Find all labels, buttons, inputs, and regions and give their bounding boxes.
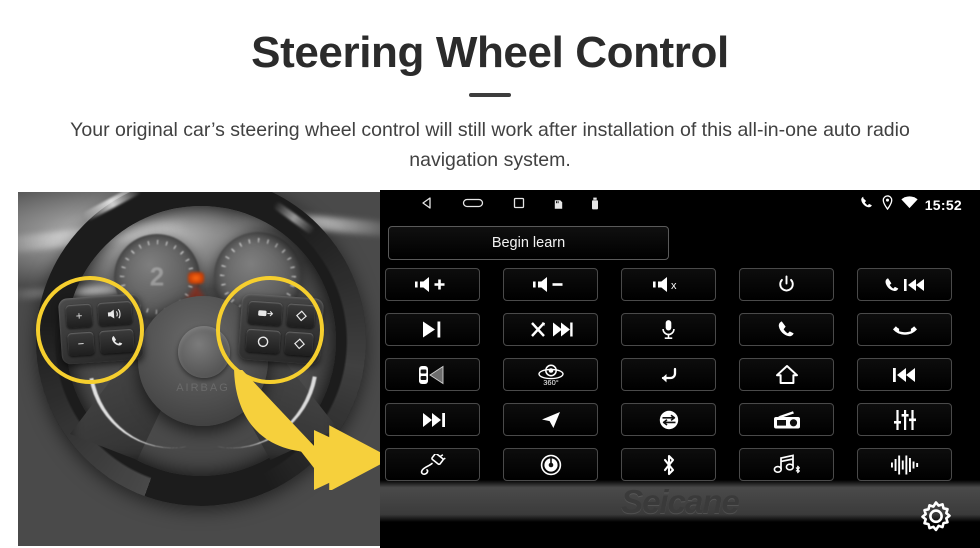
status-clock: 15:52 bbox=[924, 197, 962, 213]
volume-up-icon bbox=[414, 277, 444, 292]
usb-icon bbox=[591, 197, 599, 215]
sdcard-icon bbox=[554, 197, 563, 215]
page-header: Steering Wheel Control Your original car… bbox=[0, 0, 980, 190]
swc-button-bt-music[interactable] bbox=[739, 448, 834, 481]
swc-button-vol-down[interactable] bbox=[503, 268, 598, 301]
swc-button-usb[interactable] bbox=[385, 448, 480, 481]
swc-button-end-call[interactable] bbox=[857, 313, 952, 346]
swc-button-sound-wave[interactable] bbox=[857, 448, 952, 481]
content-panels: 2 AIRBAG + − 15:52 Begin learn x 360° Se… bbox=[0, 190, 980, 548]
phone-answer-icon bbox=[778, 321, 794, 337]
begin-learn-label: Begin learn bbox=[491, 235, 566, 251]
swc-button-shuffle-next[interactable] bbox=[503, 313, 598, 346]
phone-icon bbox=[859, 195, 874, 215]
play-pause-icon bbox=[422, 321, 440, 338]
swc-button-voice[interactable] bbox=[621, 313, 716, 346]
volume-mute-icon: x bbox=[652, 277, 677, 292]
wifi-icon bbox=[901, 196, 918, 214]
radio-icon bbox=[773, 410, 800, 428]
svg-text:x: x bbox=[671, 280, 677, 292]
usb-cable-icon bbox=[420, 453, 446, 475]
swc-button-mute[interactable]: x bbox=[621, 268, 716, 301]
swc-button-camera-360[interactable]: 360° bbox=[503, 358, 598, 391]
call-previous-icon bbox=[885, 277, 924, 291]
highlight-circle-right bbox=[216, 276, 324, 384]
location-pin-icon bbox=[881, 195, 894, 215]
swc-button-call-prev[interactable] bbox=[857, 268, 952, 301]
bluetooth-music-icon bbox=[773, 453, 800, 473]
swc-button-vol-up[interactable] bbox=[385, 268, 480, 301]
swc-button-navigation[interactable] bbox=[503, 403, 598, 436]
parking-radar-icon bbox=[418, 365, 443, 384]
swc-button-radio[interactable] bbox=[739, 403, 834, 436]
head-unit-screen: 15:52 Begin learn x 360° Seicane bbox=[380, 190, 980, 548]
airbag-label: AIRBAG bbox=[176, 382, 230, 394]
android-status-bar: 15:52 bbox=[380, 190, 980, 220]
equalizer-icon bbox=[893, 409, 916, 430]
swc-button-prev-track[interactable] bbox=[857, 358, 952, 391]
sound-wave-icon bbox=[890, 455, 918, 474]
swc-button-answer-call[interactable] bbox=[739, 313, 834, 346]
previous-track-icon bbox=[892, 367, 915, 382]
svg-text:360°: 360° bbox=[543, 378, 559, 387]
shuffle-next-icon bbox=[530, 322, 573, 337]
swc-button-play-pause[interactable] bbox=[385, 313, 480, 346]
swc-button-back[interactable] bbox=[621, 358, 716, 391]
swc-button-mode[interactable] bbox=[621, 403, 716, 436]
title-divider bbox=[469, 93, 511, 97]
swc-button-power[interactable] bbox=[739, 268, 834, 301]
disc-icon bbox=[540, 454, 561, 475]
phone-hangup-icon bbox=[892, 325, 917, 335]
android-nav-icons bbox=[420, 196, 599, 215]
steering-wheel-photo: 2 AIRBAG + − bbox=[18, 192, 380, 546]
android-system-icons: 15:52 bbox=[859, 195, 962, 215]
gear-icon bbox=[921, 501, 951, 532]
return-arrow-icon bbox=[661, 367, 676, 382]
begin-learn-button[interactable]: Begin learn bbox=[388, 226, 669, 260]
swc-button-disc[interactable] bbox=[503, 448, 598, 481]
mode-swap-icon bbox=[659, 410, 678, 429]
settings-gear-button[interactable] bbox=[912, 492, 960, 540]
page-root: Steering Wheel Control Your original car… bbox=[0, 0, 980, 548]
microphone-icon bbox=[662, 320, 675, 339]
bluetooth-icon bbox=[663, 454, 674, 475]
power-icon bbox=[779, 275, 794, 292]
swc-button-home[interactable] bbox=[739, 358, 834, 391]
swc-button-grid: x 360° bbox=[385, 268, 975, 481]
navigation-arrow-icon bbox=[541, 411, 560, 428]
page-subtitle: Your original car’s steering wheel contr… bbox=[70, 119, 910, 171]
highlight-circle-left bbox=[36, 276, 144, 384]
home-icon[interactable] bbox=[462, 196, 484, 215]
curved-arrow bbox=[234, 370, 380, 490]
house-icon bbox=[775, 365, 798, 384]
camera-360-icon: 360° bbox=[537, 364, 564, 387]
volume-down-icon bbox=[532, 277, 562, 292]
recents-icon[interactable] bbox=[512, 196, 526, 215]
swc-button-equalizer[interactable] bbox=[857, 403, 952, 436]
back-icon[interactable] bbox=[420, 196, 434, 215]
swc-button-parking-sensor[interactable] bbox=[385, 358, 480, 391]
swc-button-next-track[interactable] bbox=[385, 403, 480, 436]
seicane-watermark: Seicane bbox=[621, 483, 740, 520]
page-title: Steering Wheel Control bbox=[251, 28, 729, 77]
next-track-icon bbox=[422, 412, 445, 427]
swc-button-bluetooth[interactable] bbox=[621, 448, 716, 481]
